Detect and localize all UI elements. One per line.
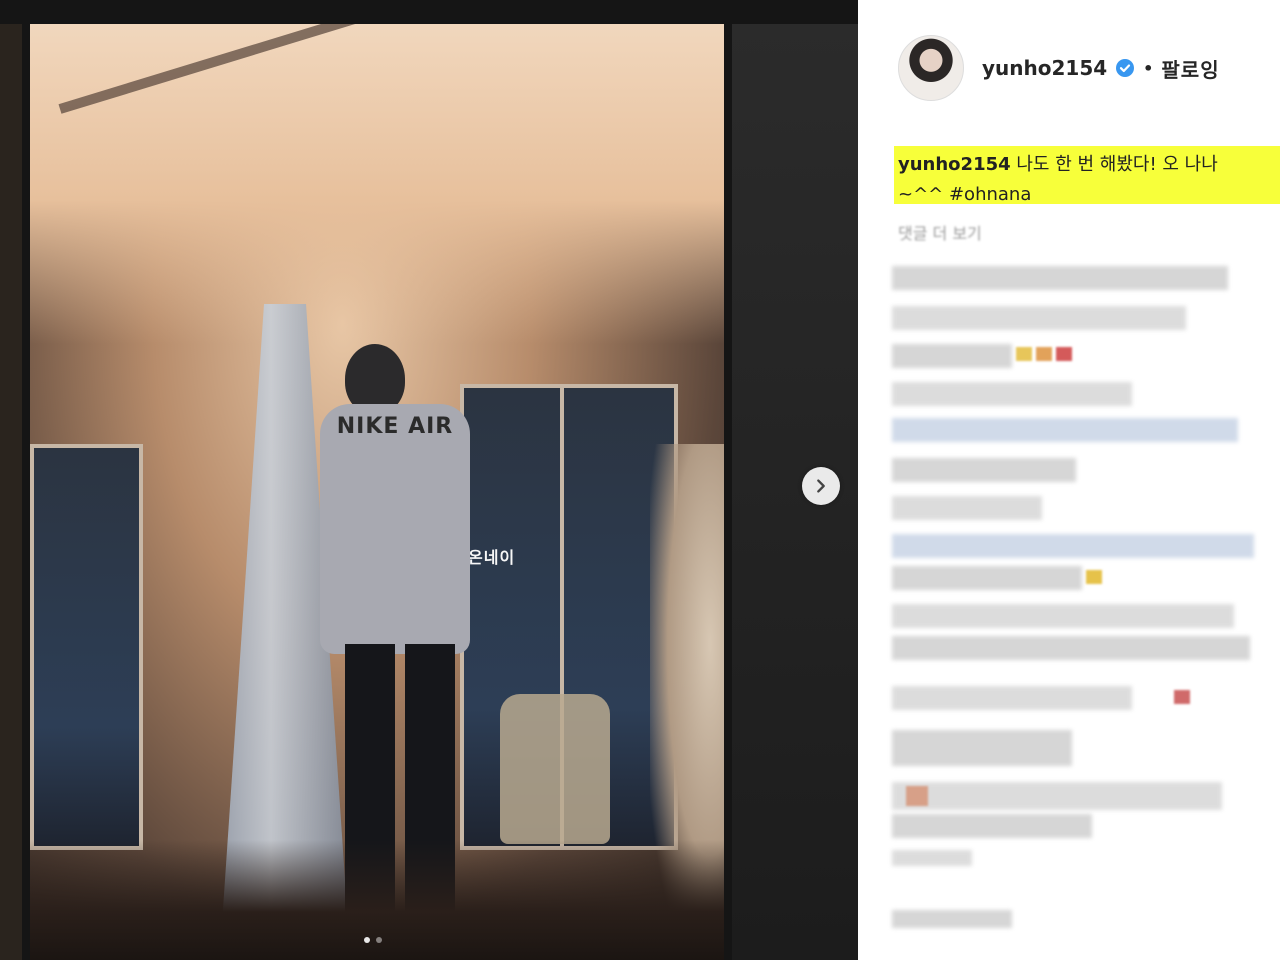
verified-check-icon — [1116, 59, 1135, 77]
carousel-dot-active — [364, 937, 370, 943]
sweater — [320, 404, 470, 654]
emoji-blur — [1056, 347, 1072, 361]
avatar[interactable] — [898, 35, 964, 101]
blurred-comment — [892, 306, 1186, 330]
blurred-comment — [892, 814, 1092, 838]
next-image-edge — [732, 24, 858, 960]
post-caption: yunho2154 나도 한 번 해봤다! 오 나나 ~^^ #ohnana — [898, 150, 1280, 210]
emoji-blur — [1036, 347, 1052, 361]
caption-text-line1: 나도 한 번 해봤다! 오 나나 — [1010, 154, 1218, 175]
sweater-text: NIKE AIR — [336, 414, 454, 439]
ceiling — [30, 24, 724, 344]
blurred-comment — [892, 782, 1222, 810]
window — [30, 444, 143, 850]
post-photo: 온네이 NIKE AIR — [30, 24, 724, 960]
post-header: yunho2154 • 팔로잉 — [898, 35, 1220, 101]
username[interactable]: yunho2154 — [982, 56, 1107, 80]
emoji-blur — [1174, 690, 1190, 704]
blurred-comment — [892, 382, 1132, 406]
more-comments-link[interactable]: 댓글 더 보기 — [898, 220, 982, 244]
chair — [500, 694, 610, 844]
post-media: 온네이 NIKE AIR — [0, 0, 858, 960]
blurred-comment — [892, 344, 1012, 368]
blurred-comment — [892, 418, 1238, 442]
blurred-comment — [892, 566, 1082, 590]
blurred-comment — [892, 686, 1132, 710]
blurred-comment — [892, 496, 1042, 520]
post-sidebar: yunho2154 • 팔로잉 yunho2154 나도 한 번 해봤다! 오 … — [876, 0, 1280, 960]
emoji-blur — [1016, 347, 1032, 361]
following-button[interactable]: 팔로잉 — [1161, 54, 1219, 83]
next-image-button[interactable] — [802, 467, 840, 505]
caption-text-line2: ~^^ #ohnana — [898, 184, 1032, 205]
blurred-comment — [892, 534, 1254, 558]
blurred-comment — [892, 636, 1250, 660]
blurred-comment — [892, 850, 972, 866]
blurred-comment — [892, 458, 1076, 482]
blurred-comment — [892, 266, 1228, 290]
blurred-comment — [892, 730, 1072, 766]
chevron-right-icon — [817, 479, 825, 493]
separator: • — [1143, 58, 1154, 78]
previous-image-edge — [0, 24, 22, 960]
emoji-blur — [906, 786, 928, 806]
blurred-comment — [892, 910, 1012, 928]
caption-username[interactable]: yunho2154 — [898, 154, 1011, 175]
emoji-blur — [1086, 570, 1102, 584]
blurred-comment — [892, 604, 1234, 628]
carousel-dot — [376, 937, 382, 943]
